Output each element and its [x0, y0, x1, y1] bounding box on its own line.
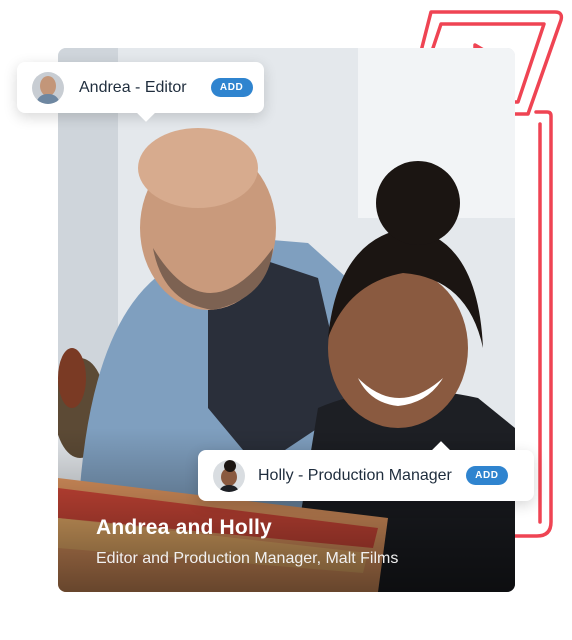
- person-tag-andrea: Andrea - Editor ADD: [17, 62, 264, 122]
- caption-subtitle: Editor and Production Manager, Malt Film…: [96, 550, 399, 567]
- team-photo: [58, 48, 515, 592]
- tag-name-holly: Holly - Production Manager: [258, 466, 452, 484]
- person-tag-holly: Holly - Production Manager ADD: [198, 441, 534, 501]
- avatar-holly: [213, 459, 245, 492]
- team-photo-card: Andrea and Holly Editor and Production M…: [58, 48, 515, 592]
- add-andrea-button[interactable]: ADD: [210, 78, 253, 97]
- add-holly-button[interactable]: ADD: [465, 466, 508, 485]
- caption-title: Andrea and Holly: [96, 516, 272, 539]
- avatar-andrea: [32, 71, 64, 104]
- tag-name-andrea: Andrea - Editor: [79, 78, 187, 96]
- photo-caption: Andrea and Holly Editor and Production M…: [96, 516, 398, 568]
